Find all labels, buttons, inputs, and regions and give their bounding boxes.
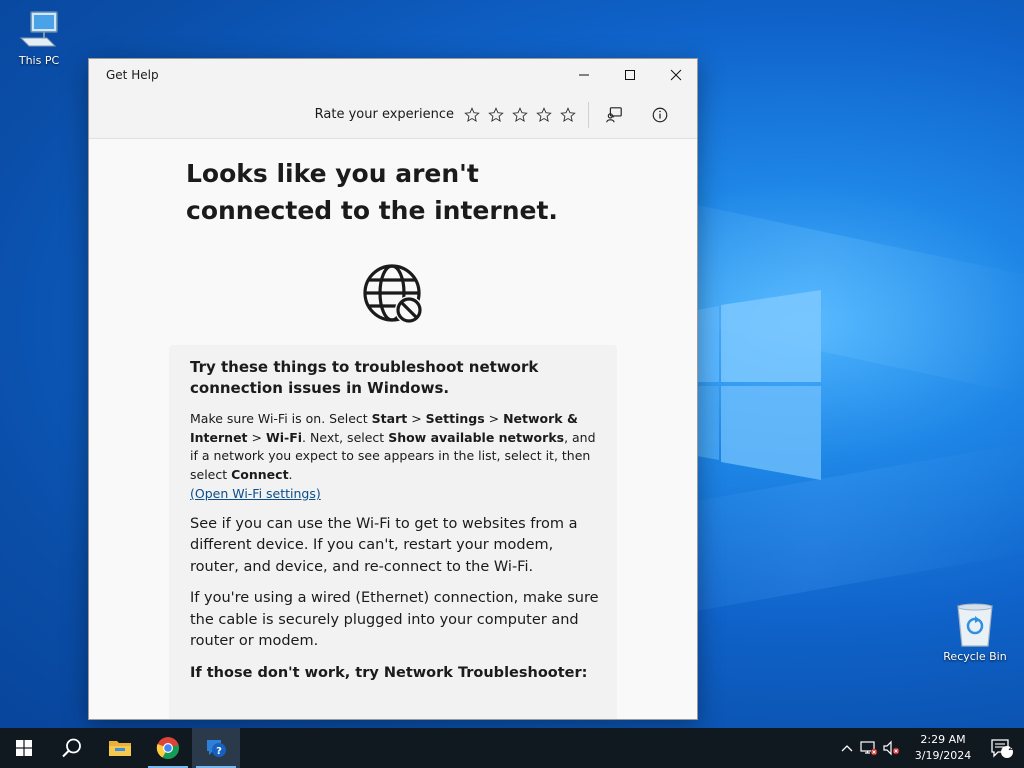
minimize-icon [579, 74, 589, 76]
get-help-window: Get Help Rate your experience Looks like… [88, 58, 698, 720]
clock[interactable]: 2:29 AM 3/19/2024 [906, 732, 980, 764]
taskbar: ? 2:29 AM 3/19/2024 2 [0, 728, 1024, 768]
feedback-button[interactable] [599, 100, 629, 130]
other-device-paragraph: See if you can use the Wi-Fi to get to w… [190, 515, 578, 575]
star-icon [560, 106, 576, 122]
close-button[interactable] [653, 59, 697, 91]
step-text: Make sure Wi-Fi is on. Select [190, 411, 372, 426]
star-icon [512, 106, 528, 122]
divider [588, 101, 589, 128]
search-icon [62, 738, 81, 758]
minimize-button[interactable] [561, 59, 607, 91]
svg-text:?: ? [216, 746, 222, 757]
chevron-up-icon [841, 745, 853, 752]
computer-icon [19, 11, 58, 47]
search-button[interactable] [48, 728, 96, 768]
maximize-button[interactable] [607, 59, 653, 91]
get-help-taskbar-button[interactable]: ? [192, 728, 240, 768]
feedback-icon [606, 106, 622, 122]
rating-star-1[interactable] [460, 105, 484, 125]
rate-experience-label: Rate your experience [314, 107, 454, 122]
desktop-icon-this-pc[interactable]: This PC [0, 8, 79, 67]
rating-star-5[interactable] [556, 105, 580, 125]
get-help-icon: ? [207, 740, 226, 757]
volume-button[interactable] [880, 728, 902, 768]
show-hidden-icons-button[interactable] [836, 728, 858, 768]
step-bold-wifi: Wi-Fi [265, 429, 303, 445]
maximize-icon [625, 70, 635, 80]
info-icon [652, 107, 668, 122]
clock-date: 3/19/2024 [914, 749, 972, 762]
volume-muted-icon [883, 740, 900, 756]
windows-wallpaper-logo [697, 290, 821, 480]
card-title: Try these things to troubleshoot network… [190, 358, 539, 397]
title-bar[interactable]: Get Help [89, 59, 697, 91]
step-text: . [288, 466, 293, 482]
wifi-step-text: Make sure Wi-Fi is on. Select Start > Se… [190, 410, 605, 504]
step-bold-start: Start [371, 411, 408, 426]
app-bar: Rate your experience [89, 91, 697, 139]
recycle-bin-icon [957, 603, 993, 647]
troubleshoot-card: Try these things to troubleshoot network… [169, 345, 617, 719]
action-center-button[interactable]: 2 [980, 728, 1024, 768]
step-text: > [484, 411, 504, 426]
window-title: Get Help [106, 68, 159, 82]
network-status-button[interactable] [858, 728, 880, 768]
rating-star-2[interactable] [484, 105, 508, 125]
rating-star-4[interactable] [532, 105, 556, 125]
globe-blocked-icon [363, 264, 423, 324]
system-tray: 2:29 AM 3/19/2024 2 [836, 728, 1024, 768]
close-icon [670, 69, 682, 81]
about-button[interactable] [645, 100, 675, 130]
start-icon [16, 740, 32, 756]
rating-star-3[interactable] [508, 105, 532, 125]
step-bold-settings: Settings [425, 411, 485, 426]
file-explorer-icon [109, 741, 131, 756]
star-icon [536, 106, 552, 122]
chrome-button[interactable] [144, 728, 192, 768]
step-text: > [247, 429, 266, 445]
step-text: . Next, select [302, 429, 389, 445]
page-title: Looks like you aren't connected to the i… [186, 159, 558, 225]
clock-time: 2:29 AM [920, 733, 966, 746]
network-disconnected-icon [860, 741, 878, 756]
help-content: Looks like you aren't connected to the i… [89, 139, 697, 719]
network-troubleshooter-heading: If those don't work, try Network Trouble… [190, 664, 588, 681]
desktop-icon-label: This PC [18, 54, 60, 67]
step-bold-show-networks: Show available networks [388, 429, 565, 445]
star-icon [488, 106, 504, 122]
open-wifi-settings-link[interactable]: (Open Wi-Fi settings) [190, 484, 321, 503]
desktop-icon-label: Recycle Bin [943, 650, 1007, 663]
chrome-icon [156, 737, 179, 759]
start-button[interactable] [0, 728, 48, 768]
notification-count: 2 [1008, 743, 1014, 753]
file-explorer-button[interactable] [96, 728, 144, 768]
step-bold-connect: Connect [231, 466, 289, 482]
step-text: > [407, 411, 426, 426]
desktop-icon-recycle-bin[interactable]: Recycle Bin [935, 602, 1015, 663]
ethernet-paragraph: If you're using a wired (Ethernet) conne… [190, 590, 599, 649]
star-icon [464, 106, 480, 122]
